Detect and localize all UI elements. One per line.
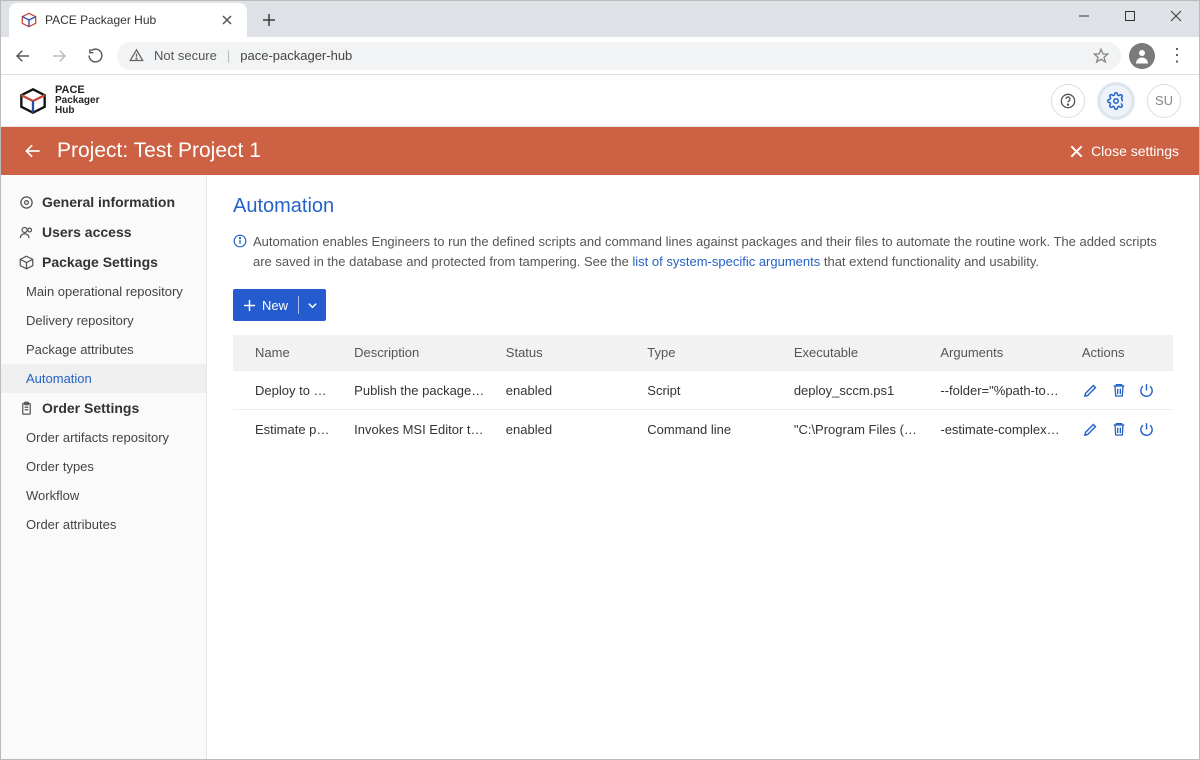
table-row[interactable]: Estimate packag… Invokes MSI Editor to g… xyxy=(233,410,1173,449)
col-arguments[interactable]: Arguments xyxy=(930,335,1072,371)
power-icon[interactable] xyxy=(1138,420,1156,438)
info-link[interactable]: list of system-specific arguments xyxy=(632,254,820,269)
main-content: Automation Automation enables Engineers … xyxy=(207,175,1199,759)
sidebar-item-package-attributes[interactable]: Package attributes xyxy=(1,335,206,364)
new-button-main[interactable]: New xyxy=(233,289,298,321)
clipboard-icon xyxy=(19,401,34,416)
table-row[interactable]: Deploy to SCCM Publish the package to … … xyxy=(233,371,1173,410)
info-body: Automation enables Engineers to run the … xyxy=(253,232,1173,271)
sidebar-section-label: Order Settings xyxy=(42,400,139,416)
sidebar-item-order-types[interactable]: Order types xyxy=(1,452,206,481)
browser-toolbar: Not secure | pace-packager-hub ⋮ xyxy=(1,37,1199,75)
delete-icon[interactable] xyxy=(1110,381,1128,399)
insecure-warning-icon xyxy=(129,48,144,63)
nav-forward-button[interactable] xyxy=(45,42,73,70)
col-type[interactable]: Type xyxy=(637,335,784,371)
col-actions: Actions xyxy=(1072,335,1173,371)
close-settings-button[interactable]: Close settings xyxy=(1070,143,1179,159)
edit-icon[interactable] xyxy=(1082,420,1100,438)
close-icon xyxy=(1070,145,1083,158)
help-button[interactable] xyxy=(1051,84,1085,118)
cell-executable: deploy_sccm.ps1 xyxy=(784,371,931,410)
sidebar-item-workflow[interactable]: Workflow xyxy=(1,481,206,510)
col-name[interactable]: Name xyxy=(233,335,344,371)
nav-reload-button[interactable] xyxy=(81,42,109,70)
sidebar-package-settings[interactable]: Package Settings xyxy=(1,247,206,277)
automation-table: Name Description Status Type Executable … xyxy=(233,335,1173,448)
address-bar[interactable]: Not secure | pace-packager-hub xyxy=(117,42,1121,70)
row-actions xyxy=(1082,420,1163,438)
nav-back-button[interactable] xyxy=(9,42,37,70)
omnibox-separator: | xyxy=(227,48,230,63)
sidebar: General information Users access Package… xyxy=(1,175,207,759)
browser-tab-title: PACE Packager Hub xyxy=(45,13,211,27)
settings-gear-button[interactable] xyxy=(1099,84,1133,118)
new-tab-button[interactable] xyxy=(255,6,283,34)
cell-type: Script xyxy=(637,371,784,410)
sidebar-section-label: Users access xyxy=(42,224,132,240)
profile-avatar-icon[interactable] xyxy=(1129,43,1155,69)
page-title: Automation xyxy=(233,195,1173,218)
window-close-button[interactable] xyxy=(1153,1,1199,31)
app-logo-text: PACE Packager Hub xyxy=(55,85,99,116)
cell-status: enabled xyxy=(496,410,638,449)
sidebar-section-label: Package Settings xyxy=(42,254,158,270)
cell-status: enabled xyxy=(496,371,638,410)
cell-name: Estimate packag… xyxy=(233,410,344,449)
sidebar-item-order-attributes[interactable]: Order attributes xyxy=(1,510,206,539)
project-banner: Project: Test Project 1 Close settings xyxy=(1,127,1199,175)
app-header: PACE Packager Hub SU xyxy=(1,75,1199,127)
favicon-cube-icon xyxy=(21,12,37,28)
sidebar-item-delivery-repo[interactable]: Delivery repository xyxy=(1,306,206,335)
cell-description: Invokes MSI Editor to ge… xyxy=(344,410,496,449)
col-status[interactable]: Status xyxy=(496,335,638,371)
browser-menu-button[interactable]: ⋮ xyxy=(1163,45,1191,66)
power-icon[interactable] xyxy=(1138,381,1156,399)
new-button-label: New xyxy=(262,298,288,313)
col-executable[interactable]: Executable xyxy=(784,335,931,371)
tab-close-icon[interactable] xyxy=(219,12,235,28)
plus-icon xyxy=(243,299,256,312)
cell-arguments: --folder="%path-to-outp… xyxy=(930,371,1072,410)
new-button[interactable]: New xyxy=(233,289,326,321)
new-button-dropdown[interactable] xyxy=(299,289,326,321)
browser-tab-strip: PACE Packager Hub xyxy=(1,1,1199,37)
cell-name: Deploy to SCCM xyxy=(233,371,344,410)
sidebar-item-main-repo[interactable]: Main operational repository xyxy=(1,277,206,306)
chevron-down-icon xyxy=(307,300,318,311)
edit-icon[interactable] xyxy=(1082,381,1100,399)
cell-executable: "C:\Program Files (x86)\P… xyxy=(784,410,931,449)
window-minimize-button[interactable] xyxy=(1061,1,1107,31)
url-text: pace-packager-hub xyxy=(240,48,352,63)
info-after: that extend functionality and usability. xyxy=(820,254,1039,269)
sidebar-users-access[interactable]: Users access xyxy=(1,217,206,247)
logo-line-3: Hub xyxy=(55,106,99,116)
close-settings-label: Close settings xyxy=(1091,143,1179,159)
app-logo-icon xyxy=(19,87,47,115)
gear-icon xyxy=(19,195,34,210)
banner-back-button[interactable] xyxy=(21,139,45,163)
browser-tab[interactable]: PACE Packager Hub xyxy=(9,3,247,37)
sidebar-item-order-artifacts[interactable]: Order artifacts repository xyxy=(1,423,206,452)
bookmark-star-icon[interactable] xyxy=(1093,48,1109,64)
window-maximize-button[interactable] xyxy=(1107,1,1153,31)
insecure-label: Not secure xyxy=(154,48,217,63)
sidebar-section-label: General information xyxy=(42,194,175,210)
sidebar-order-settings[interactable]: Order Settings xyxy=(1,393,206,423)
package-icon xyxy=(19,255,34,270)
delete-icon[interactable] xyxy=(1110,420,1128,438)
sidebar-general-info[interactable]: General information xyxy=(1,187,206,217)
user-avatar-button[interactable]: SU xyxy=(1147,84,1181,118)
banner-title: Project: Test Project 1 xyxy=(57,139,261,163)
row-actions xyxy=(1082,381,1163,399)
col-description[interactable]: Description xyxy=(344,335,496,371)
cell-arguments: -estimate-complexity %a… xyxy=(930,410,1072,449)
user-icon xyxy=(19,225,34,240)
cell-description: Publish the package to … xyxy=(344,371,496,410)
sidebar-item-automation[interactable]: Automation xyxy=(1,364,206,393)
info-icon xyxy=(233,234,247,248)
info-text: Automation enables Engineers to run the … xyxy=(233,232,1173,271)
cell-type: Command line xyxy=(637,410,784,449)
